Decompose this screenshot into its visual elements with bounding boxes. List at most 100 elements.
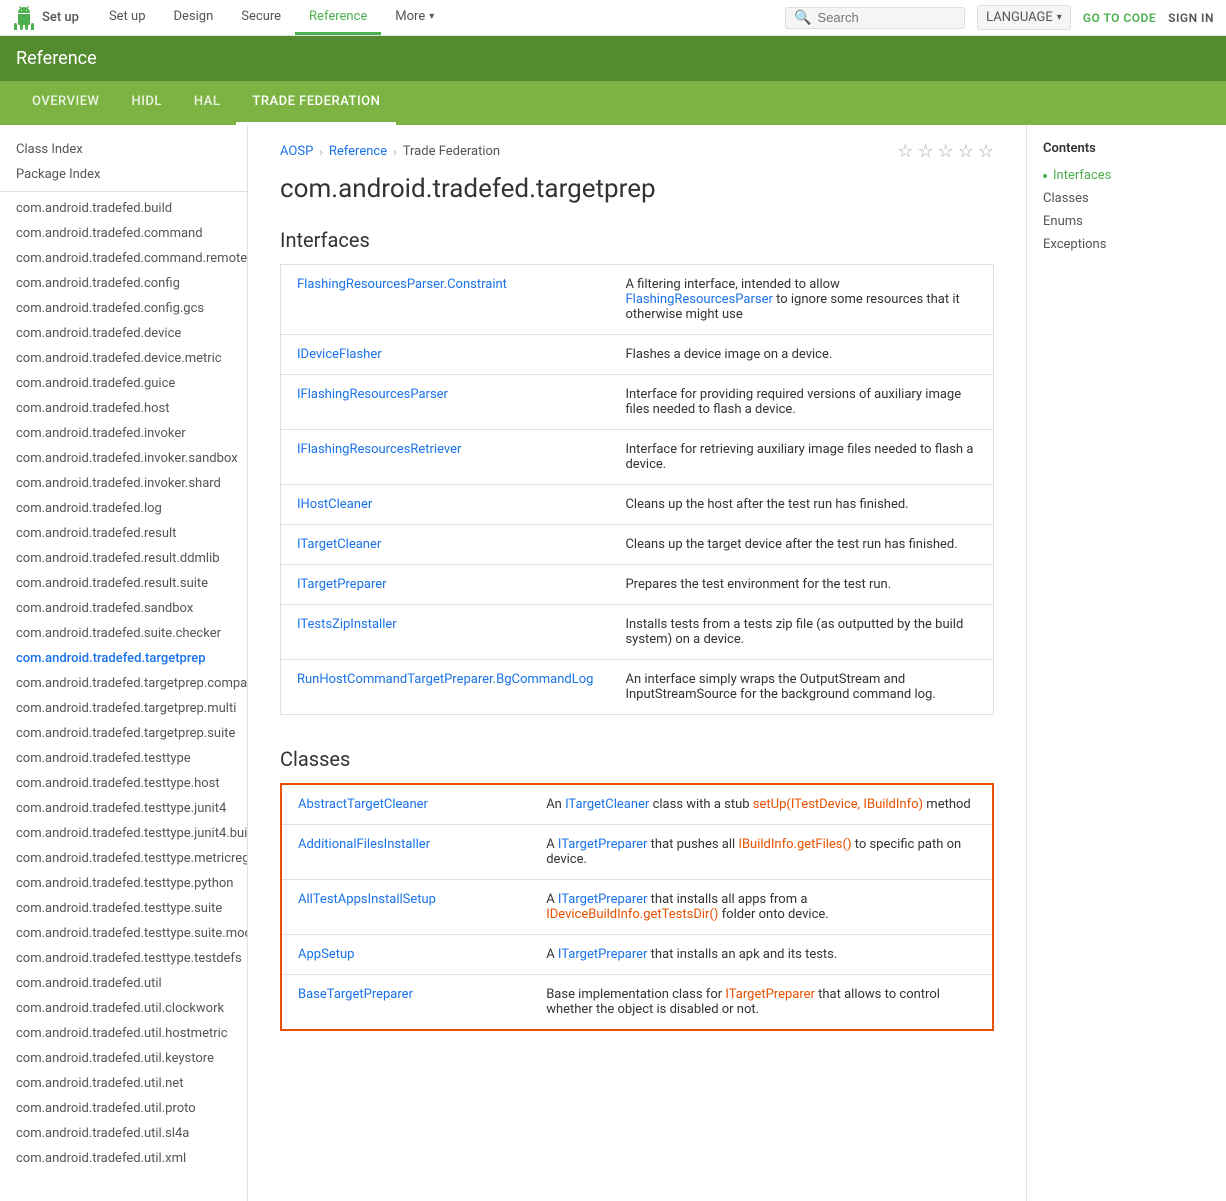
sidebar-item-33[interactable]: com.android.tradefed.util	[0, 971, 247, 996]
sidebar-item-package-index[interactable]: Package Index	[0, 162, 247, 187]
nav-more[interactable]: More ▾	[381, 0, 448, 35]
sidebar-item-30[interactable]: com.android.tradefed.testtype.suite	[0, 896, 247, 921]
itargetpreparer-link-1[interactable]: ITargetPreparer	[558, 837, 648, 852]
sidebar-item-31[interactable]: com.android.tradefed.testtype.suite.modu…	[0, 921, 247, 946]
language-button[interactable]: LANGUAGE ▾	[977, 5, 1071, 30]
interface-link-5[interactable]: ITargetCleaner	[297, 537, 381, 552]
star-rating[interactable]: ☆ ☆ ☆ ☆ ☆	[897, 141, 994, 162]
setup-link-0[interactable]: setUp(ITestDevice, IBuildInfo)	[753, 797, 923, 812]
sidebar-item-12[interactable]: com.android.tradefed.invoker.sandbox	[0, 446, 247, 471]
toc-enums[interactable]: Enums	[1027, 210, 1226, 233]
sidebar-item-15[interactable]: com.android.tradefed.result	[0, 521, 247, 546]
sidebar-item-25[interactable]: com.android.tradefed.testtype.host	[0, 771, 247, 796]
sidebar-item-3[interactable]: com.android.tradefed.command	[0, 221, 247, 246]
itargetpreparer-link-4[interactable]: ITargetPreparer	[725, 987, 815, 1002]
star-3[interactable]: ☆	[938, 141, 954, 162]
class-link-0[interactable]: AbstractTargetCleaner	[298, 797, 428, 812]
sidebar-item-27[interactable]: com.android.tradefed.testtype.junit4.bui…	[0, 821, 247, 846]
interface-desc-7: Installs tests from a tests zip file (as…	[609, 605, 993, 660]
sidebar-item-6[interactable]: com.android.tradefed.config.gcs	[0, 296, 247, 321]
sidebar-item-class-index[interactable]: Class Index	[0, 137, 247, 162]
sidebar-item-8[interactable]: com.android.tradefed.device.metric	[0, 346, 247, 371]
interface-link-1[interactable]: IDeviceFlasher	[297, 347, 382, 362]
breadcrumb-reference[interactable]: Reference	[329, 144, 387, 159]
itargetpreparer-link-3[interactable]: ITargetPreparer	[558, 947, 648, 962]
search-icon: 🔍	[794, 10, 811, 26]
sidebar-item-38[interactable]: com.android.tradefed.util.proto	[0, 1096, 247, 1121]
sidebar-item-11[interactable]: com.android.tradefed.invoker	[0, 421, 247, 446]
toc-interfaces[interactable]: Interfaces	[1027, 164, 1226, 187]
star-4[interactable]: ☆	[958, 141, 974, 162]
nav-secure[interactable]: Secure	[227, 0, 295, 35]
search-input[interactable]	[818, 10, 994, 25]
class-link-3[interactable]: AppSetup	[298, 947, 354, 962]
sidebar-item-26[interactable]: com.android.tradefed.testtype.junit4	[0, 796, 247, 821]
sidebar-item-19[interactable]: com.android.tradefed.suite.checker	[0, 621, 247, 646]
sidebar-item-10[interactable]: com.android.tradefed.host	[0, 396, 247, 421]
class-link-2[interactable]: AllTestAppsInstallSetup	[298, 892, 436, 907]
toc-exceptions[interactable]: Exceptions	[1027, 233, 1226, 256]
nav-hal[interactable]: HAL	[178, 81, 236, 125]
itargetpreparer-link-2[interactable]: ITargetPreparer	[558, 892, 648, 907]
nav-setup[interactable]: Set up	[95, 0, 160, 35]
nav-trade-federation[interactable]: TRADE FEDERATION	[236, 81, 396, 125]
interface-link-7[interactable]: ITestsZipInstaller	[297, 617, 397, 632]
nav-reference[interactable]: Reference	[295, 0, 381, 35]
search-box[interactable]: 🔍	[785, 7, 965, 29]
sidebar-item-35[interactable]: com.android.tradefed.util.hostmetric	[0, 1021, 247, 1046]
reference-title: Reference	[16, 48, 97, 69]
nav-overview[interactable]: OVERVIEW	[16, 81, 115, 125]
top-navigation: Set up Set up Design Secure Reference Mo…	[0, 0, 1226, 36]
chevron-down-icon: ▾	[1057, 12, 1062, 23]
interface-link-0[interactable]: FlashingResourcesParser.Constraint	[297, 277, 507, 292]
interface-link-8[interactable]: RunHostCommandTargetPreparer.BgCommandLo…	[297, 672, 593, 687]
sidebar-item-32[interactable]: com.android.tradefed.testtype.testdefs	[0, 946, 247, 971]
sidebar-item-21[interactable]: com.android.tradefed.targetprep.companio…	[0, 671, 247, 696]
class-link-1[interactable]: AdditionalFilesInstaller	[298, 837, 430, 852]
interface-link-2[interactable]: IFlashingResourcesParser	[297, 387, 448, 402]
sidebar-item-targetprep[interactable]: com.android.tradefed.targetprep	[0, 646, 247, 671]
sidebar-item-17[interactable]: com.android.tradefed.result.suite	[0, 571, 247, 596]
sign-in-button[interactable]: SIGN IN	[1168, 11, 1214, 25]
sidebar-item-37[interactable]: com.android.tradefed.util.net	[0, 1071, 247, 1096]
idevicebuildinfo-link-2[interactable]: IDeviceBuildInfo.getTestsDir()	[546, 907, 718, 922]
sidebar-item-34[interactable]: com.android.tradefed.util.clockwork	[0, 996, 247, 1021]
interface-desc-1: Flashes a device image on a device.	[609, 335, 993, 375]
interface-link-4[interactable]: IHostCleaner	[297, 497, 372, 512]
table-row: IFlashingResourcesParser Interface for p…	[281, 375, 994, 430]
sidebar-item-40[interactable]: com.android.tradefed.util.xml	[0, 1146, 247, 1171]
sidebar-item-22[interactable]: com.android.tradefed.targetprep.multi	[0, 696, 247, 721]
sidebar-item-18[interactable]: com.android.tradefed.sandbox	[0, 596, 247, 621]
star-1[interactable]: ☆	[897, 141, 913, 162]
flashing-resources-parser-link[interactable]: FlashingResourcesParser	[625, 292, 772, 307]
sidebar-item-24[interactable]: com.android.tradefed.testtype	[0, 746, 247, 771]
star-5[interactable]: ☆	[978, 141, 994, 162]
breadcrumb-aosp[interactable]: AOSP	[280, 144, 313, 159]
sidebar-item-5[interactable]: com.android.tradefed.config	[0, 271, 247, 296]
toc-classes[interactable]: Classes	[1027, 187, 1226, 210]
sidebar-item-4[interactable]: com.android.tradefed.command.remote	[0, 246, 247, 271]
sidebar-item-7[interactable]: com.android.tradefed.device	[0, 321, 247, 346]
sidebar-item-36[interactable]: com.android.tradefed.util.keystore	[0, 1046, 247, 1071]
site-logo[interactable]: Set up	[12, 6, 79, 30]
nav-design[interactable]: Design	[160, 0, 228, 35]
go-to-code-button[interactable]: GO TO CODE	[1083, 11, 1156, 25]
sidebar-item-2[interactable]: com.android.tradefed.build	[0, 196, 247, 221]
itargetcleaner-link-0[interactable]: ITargetCleaner	[565, 797, 649, 812]
interface-link-6[interactable]: ITargetPreparer	[297, 577, 387, 592]
sidebar-item-28[interactable]: com.android.tradefed.testtype.metricregr…	[0, 846, 247, 871]
nav-hidl[interactable]: HIDL	[115, 81, 177, 125]
sidebar-item-39[interactable]: com.android.tradefed.util.sl4a	[0, 1121, 247, 1146]
class-link-4[interactable]: BaseTargetPreparer	[298, 987, 413, 1002]
sidebar-item-29[interactable]: com.android.tradefed.testtype.python	[0, 871, 247, 896]
star-2[interactable]: ☆	[917, 141, 933, 162]
sidebar-item-13[interactable]: com.android.tradefed.invoker.shard	[0, 471, 247, 496]
ibuildinfo-link-1[interactable]: IBuildInfo.getFiles()	[738, 837, 851, 852]
interface-link-3[interactable]: IFlashingResourcesRetriever	[297, 442, 461, 457]
sidebar-item-23[interactable]: com.android.tradefed.targetprep.suite	[0, 721, 247, 746]
sidebar-item-16[interactable]: com.android.tradefed.result.ddmlib	[0, 546, 247, 571]
sidebar-item-9[interactable]: com.android.tradefed.guice	[0, 371, 247, 396]
sidebar-item-14[interactable]: com.android.tradefed.log	[0, 496, 247, 521]
sidebar: Class Index Package Index com.android.tr…	[0, 125, 248, 1201]
table-row: AppSetup A ITargetPreparer that installs…	[281, 935, 993, 975]
